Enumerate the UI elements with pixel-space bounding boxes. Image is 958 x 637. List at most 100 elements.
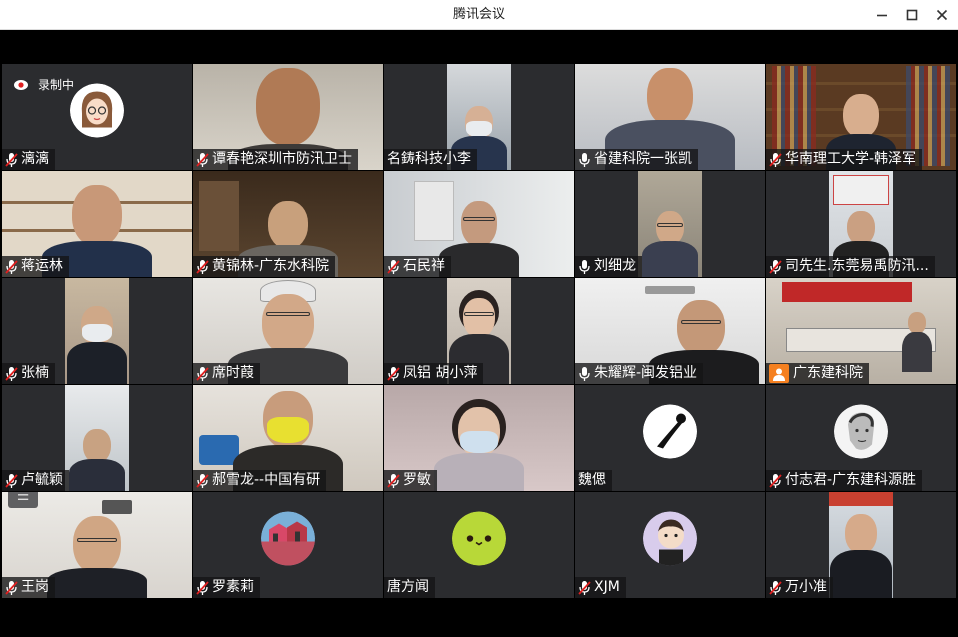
participant-name: 谭春艳深圳市防汛卫士 [212, 151, 352, 167]
participant-name-bar: 谭春艳深圳市防汛卫士 [193, 149, 358, 170]
participant-name: 王岗 [21, 579, 49, 595]
mic-muted-icon [769, 473, 782, 489]
participant-name-bar: XJM [575, 577, 626, 598]
mic-muted-icon [578, 580, 591, 596]
participant-name: 朱耀辉-闽发铝业 [594, 365, 698, 381]
participant-name-bar: 省建科院一张凯 [575, 149, 698, 170]
participant-name-bar: 卢毓颖 [2, 470, 69, 491]
participant-name: 蒋运林 [21, 258, 63, 274]
participant-name-bar: 朱耀辉-闽发铝业 [575, 363, 704, 384]
mic-icon [578, 259, 591, 275]
participant-name: 罗敏 [403, 472, 431, 488]
participant-name-bar: 郝雪龙--中国有研 [193, 470, 327, 491]
close-icon[interactable] [932, 5, 952, 25]
mic-muted-icon [387, 473, 400, 489]
participant-name: 罗素莉 [212, 579, 254, 595]
participant-name-bar: 席时葭 [193, 363, 260, 384]
mic-muted-icon [5, 259, 18, 275]
recording-label: 录制中 [38, 77, 75, 92]
participant-tile[interactable]: 朱耀辉-闽发铝业 [575, 278, 765, 384]
participant-tile[interactable]: 卢毓颖 [2, 385, 192, 491]
mic-muted-icon [387, 366, 400, 382]
participant-tile[interactable]: 付志君-广东建科源胜 [766, 385, 956, 491]
participant-tile[interactable]: 席时葭 [193, 278, 383, 384]
participant-tile[interactable]: 谭春艳深圳市防汛卫士 [193, 64, 383, 170]
minimize-icon[interactable] [872, 5, 892, 25]
participant-tile[interactable]: 张楠 [2, 278, 192, 384]
participant-name-bar: 万小准 [766, 577, 833, 598]
participant-name-bar: 蒋运林 [2, 256, 69, 277]
participant-tile[interactable]: 罗敏 [384, 385, 574, 491]
avatar [834, 404, 888, 459]
participant-tile[interactable]: 广东建科院 [766, 278, 956, 384]
mic-muted-icon [196, 152, 209, 168]
mic-muted-icon [387, 259, 400, 275]
participant-name: 唐方闻 [387, 579, 429, 595]
mic-muted-icon [196, 473, 209, 489]
participant-tile[interactable]: 罗素莉 [193, 492, 383, 598]
participant-list-icon: ☰ [16, 492, 30, 504]
participant-tile[interactable]: 刘细龙 [575, 171, 765, 277]
mic-icon [578, 152, 591, 168]
mic-muted-icon [5, 580, 18, 596]
participant-name-bar: 黄锦林-广东水科院 [193, 256, 336, 277]
participant-name: 司先生.东莞易禹防汛... [785, 258, 929, 274]
participant-name-bar: 名鋳科技小李 [384, 149, 477, 170]
participant-name: 省建科院一张凯 [594, 151, 692, 167]
participant-name: 黄锦林-广东水科院 [212, 258, 330, 274]
participant-name: 万小准 [785, 579, 827, 595]
record-icon [14, 79, 28, 90]
mic-muted-icon [196, 259, 209, 275]
participant-name-bar: 付志君-广东建科源胜 [766, 470, 923, 491]
participant-tile[interactable]: 蒋运林 [2, 171, 192, 277]
participant-tile[interactable]: 凤铝 胡小萍 [384, 278, 574, 384]
participant-name-bar: 石民祥 [384, 256, 451, 277]
avatar [70, 83, 124, 138]
mic-muted-icon [196, 580, 209, 596]
participant-tile[interactable]: 华南理工大学-韩泽军 [766, 64, 956, 170]
participant-name: 名鋳科技小李 [387, 151, 471, 167]
participant-name: 凤铝 胡小萍 [403, 365, 478, 381]
video-feed [64, 278, 130, 384]
participant-tile[interactable]: 郝雪龙--中国有研 [193, 385, 383, 491]
avatar [261, 511, 315, 566]
participant-tile[interactable]: 魏偲 [575, 385, 765, 491]
participant-tile[interactable]: 黄锦林-广东水科院 [193, 171, 383, 277]
window-titlebar: 腾讯会议 [0, 0, 958, 30]
video-grid: 漓漓 谭春艳深圳市防汛卫士 名鋳科技小李 省建科院一张凯 华南理工大学-韩泽军 … [2, 64, 956, 634]
participant-list-button[interactable]: ☰ [8, 492, 38, 508]
participant-name-bar: 漓漓 [2, 149, 55, 170]
participant-tile[interactable]: 司先生.东莞易禹防汛... [766, 171, 956, 277]
participant-tile[interactable]: 王岗 ☰ [2, 492, 192, 598]
avatar [643, 404, 697, 459]
window-title: 腾讯会议 [452, 7, 505, 22]
participant-tile[interactable]: 唐方闻 [384, 492, 574, 598]
participant-tile[interactable]: 石民祥 [384, 171, 574, 277]
participant-name: 付志君-广东建科源胜 [785, 472, 917, 488]
mic-muted-icon [769, 259, 782, 275]
participant-tile-active-speaker[interactable]: 省建科院一张凯 [575, 64, 765, 170]
participant-tile[interactable]: 万小准 [766, 492, 956, 598]
participant-name: 广东建科院 [793, 365, 863, 381]
participant-name-bar: 王岗 [2, 577, 55, 598]
maximize-icon[interactable] [902, 5, 922, 25]
participant-name: 魏偲 [578, 472, 606, 488]
participant-name: 石民祥 [403, 258, 445, 274]
avatar [643, 511, 697, 566]
mic-muted-icon [769, 580, 782, 596]
participant-tile[interactable]: 名鋳科技小李 [384, 64, 574, 170]
meeting-stage: 漓漓 谭春艳深圳市防汛卫士 名鋳科技小李 省建科院一张凯 华南理工大学-韩泽军 … [0, 30, 958, 637]
screen-share-icon [769, 364, 789, 383]
participant-name: XJM [594, 579, 620, 595]
participant-name-bar: 刘细龙 [575, 256, 642, 277]
mic-muted-icon [5, 152, 18, 168]
participant-name: 卢毓颖 [21, 472, 63, 488]
participant-name: 席时葭 [212, 365, 254, 381]
participant-name: 华南理工大学-韩泽军 [785, 151, 917, 167]
participant-tile[interactable]: XJM [575, 492, 765, 598]
participant-name-bar: 张楠 [2, 363, 55, 384]
mic-icon [578, 366, 591, 382]
recording-indicator[interactable]: 录制中 [14, 74, 74, 94]
participant-name: 漓漓 [21, 151, 49, 167]
participant-name-bar: 华南理工大学-韩泽军 [766, 149, 923, 170]
